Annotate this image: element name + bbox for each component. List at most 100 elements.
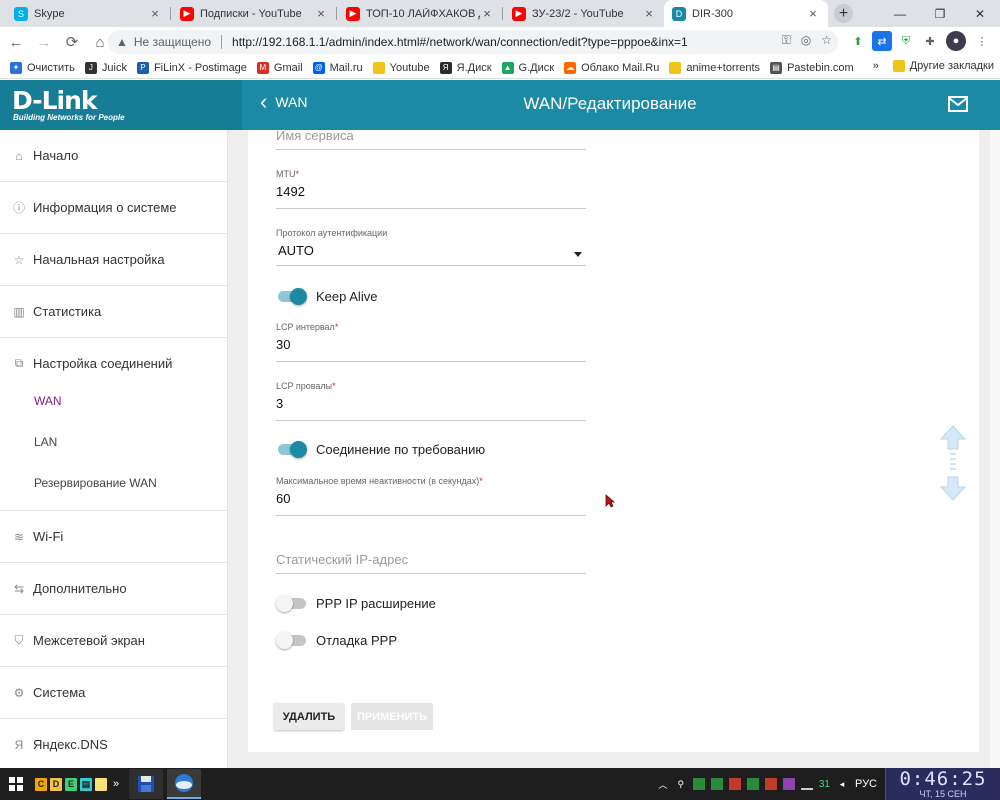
save-app-icon[interactable] — [129, 769, 164, 799]
page-scrollbar[interactable] — [990, 130, 1000, 768]
bookmark-star-icon[interactable]: ☆ — [821, 33, 832, 48]
max-idle-value[interactable]: 60 — [276, 491, 586, 509]
quicklaunch-more-icon[interactable]: » — [113, 778, 119, 790]
max-idle-field[interactable]: Максимальное время неактивности (в секун… — [276, 476, 586, 516]
browser-tab-lifehacks[interactable]: ▶ ТОП-10 ЛАЙФХАКОВ Д × — [338, 0, 502, 27]
lcp-interval-value[interactable]: 30 — [276, 337, 586, 355]
close-icon[interactable]: × — [806, 6, 820, 21]
scroll-arrows-widget[interactable] — [939, 425, 967, 501]
address-bar[interactable]: ▲ Не защищено http://192.168.1.1/admin/i… — [108, 30, 838, 54]
close-icon[interactable]: × — [148, 6, 162, 21]
static-ip-placeholder[interactable]: Статический IP-адрес — [276, 552, 586, 572]
lcp-failures-value[interactable]: 3 — [276, 396, 586, 414]
static-ip-field[interactable]: Статический IP-адрес — [276, 552, 586, 574]
drive-d-icon[interactable]: D — [50, 777, 62, 791]
notepad-icon[interactable]: ▤ — [80, 777, 92, 791]
eye-off-icon[interactable]: ◎ — [801, 33, 811, 48]
new-tab-button[interactable]: + — [834, 4, 853, 23]
auth-protocol-select[interactable]: Протокол аутентификации AUTO — [276, 228, 586, 266]
service-name-field[interactable]: Имя сервиса — [276, 128, 586, 150]
url-text[interactable]: http://192.168.1.1/admin/index.html#/net… — [232, 35, 688, 49]
tray-app-icon[interactable] — [782, 778, 795, 790]
dropdown-arrow-icon[interactable] — [574, 252, 582, 257]
browser-tab-subscriptions[interactable]: ▶ Подписки - YouTube × — [172, 0, 336, 27]
warning-icon[interactable]: ▲ — [116, 35, 128, 49]
more-bookmarks-icon[interactable]: » — [873, 60, 879, 72]
bookmark-item[interactable]: P FiLinX - Postimage — [136, 61, 247, 74]
lcp-failures-field[interactable]: LCP провалы* 3 — [276, 381, 586, 421]
drive-e-icon[interactable]: E — [65, 777, 77, 791]
tray-app-icon[interactable] — [710, 778, 723, 790]
tray-app-icon[interactable] — [746, 778, 759, 790]
tray-app-icon[interactable] — [764, 778, 777, 790]
drive-c-icon[interactable]: C — [35, 777, 47, 791]
sidebar-item-system-info[interactable]: ⓘ Информация о системе — [0, 182, 227, 234]
browser-tab-zu23[interactable]: ▶ ЗУ-23/2 - YouTube × — [504, 0, 664, 27]
lcp-interval-field[interactable]: LCP интервал* 30 — [276, 322, 586, 362]
menu-dots-icon[interactable]: ⋮ — [972, 31, 992, 51]
sidebar-subitem-lan[interactable]: LAN — [0, 421, 227, 462]
on-demand-toggle[interactable]: Соединение по требованию — [278, 441, 485, 458]
paperclip-icon[interactable]: ⚲ — [675, 778, 687, 790]
bookmark-item[interactable]: Youtube — [372, 61, 430, 74]
bookmark-item[interactable]: ▲ G.Диск — [501, 61, 554, 74]
profile-avatar[interactable]: ● — [946, 31, 966, 51]
browser-tab-skype[interactable]: S Skype × — [6, 0, 170, 27]
window-close-button[interactable]: ✕ — [960, 0, 1000, 27]
sidebar-item-advanced[interactable]: ⇆ Дополнительно — [0, 563, 227, 615]
mtu-field[interactable]: MTU* 1492 — [276, 169, 586, 209]
ppp-debug-toggle[interactable]: Отладка PPP — [276, 632, 397, 649]
sidebar-item-statistics[interactable]: ▥ Статистика — [0, 286, 227, 338]
extension-translate-icon[interactable]: ⇄ — [872, 31, 892, 51]
other-bookmarks[interactable]: Другие закладки — [910, 60, 994, 72]
bookmark-item[interactable]: ▤ Pastebin.com — [770, 61, 854, 74]
auth-protocol-value[interactable]: AUTO — [276, 243, 586, 261]
security-label[interactable]: Не защищено — [134, 35, 211, 49]
bookmark-item[interactable]: Я Я.Диск — [439, 61, 492, 74]
close-icon[interactable]: × — [642, 6, 656, 21]
tray-expand-icon[interactable]: ︿ — [657, 778, 669, 790]
bookmark-item[interactable]: M Gmail — [256, 61, 303, 74]
key-icon[interactable]: ⚿ — [782, 33, 791, 48]
bookmark-item[interactable]: @ Mail.ru — [312, 61, 363, 74]
volume-icon[interactable]: ◂ — [836, 778, 848, 790]
bookmark-item[interactable]: J Juick — [84, 61, 127, 74]
sidebar-subitem-wan[interactable]: WAN — [0, 380, 227, 421]
sidebar-item-system[interactable]: ⚙ Система — [0, 667, 227, 719]
minimize-button[interactable]: — — [880, 0, 920, 27]
mtu-value[interactable]: 1492 — [276, 184, 586, 202]
note-icon[interactable] — [95, 777, 107, 791]
tray-app-icon[interactable] — [800, 778, 813, 790]
sidebar-item-firewall[interactable]: ⛉ Межсетевой экран — [0, 615, 227, 667]
close-icon[interactable]: × — [480, 6, 494, 21]
browser-tab-dir300[interactable]: D DIR-300 × — [664, 0, 828, 27]
clock[interactable]: 0:46:25 ЧТ, 15 СЕН — [885, 768, 1000, 800]
sidebar-item-yandex-dns[interactable]: Я Яндекс.DNS — [0, 719, 227, 768]
back-arrow-icon[interactable]: ← — [4, 30, 28, 54]
toggle-switch[interactable] — [278, 441, 307, 458]
bookmark-item[interactable]: ✦ Очистить — [10, 61, 75, 74]
sidebar-item-wifi[interactable]: ≋ Wi-Fi — [0, 511, 227, 563]
mail-icon[interactable] — [948, 96, 968, 115]
back-to-wan-link[interactable]: ‹ WAN — [260, 91, 307, 113]
toggle-switch[interactable] — [278, 288, 307, 305]
toggle-switch[interactable] — [276, 595, 306, 612]
close-icon[interactable]: × — [314, 6, 328, 21]
extension-arrow-icon[interactable]: ⬆ — [848, 31, 868, 51]
logo[interactable]: D-Link Building Networks for People — [0, 80, 242, 130]
windows-start-icon[interactable] — [0, 768, 32, 800]
delete-button[interactable]: УДАЛИТЬ — [274, 703, 344, 730]
tray-app-icon[interactable] — [692, 778, 705, 790]
extension-shield-icon[interactable]: ⛨ — [896, 31, 916, 51]
restore-button[interactable]: ❐ — [920, 0, 960, 27]
language-indicator[interactable]: РУС — [855, 778, 877, 790]
tray-app-icon[interactable] — [728, 778, 741, 790]
sidebar-subitem-wan-backup[interactable]: Резервирование WAN — [0, 462, 227, 503]
reload-icon[interactable]: ⟳ — [60, 30, 84, 54]
service-name-placeholder[interactable]: Имя сервиса — [276, 128, 586, 148]
bookmark-item[interactable]: anime+torrents — [669, 61, 760, 74]
bookmark-item[interactable]: ☁ Облако Mail.Ru — [564, 61, 659, 74]
extensions-puzzle-icon[interactable]: ✚ — [920, 31, 940, 51]
keep-alive-toggle[interactable]: Keep Alive — [278, 288, 377, 305]
sidebar-item-home[interactable]: ⌂ Начало — [0, 130, 227, 182]
